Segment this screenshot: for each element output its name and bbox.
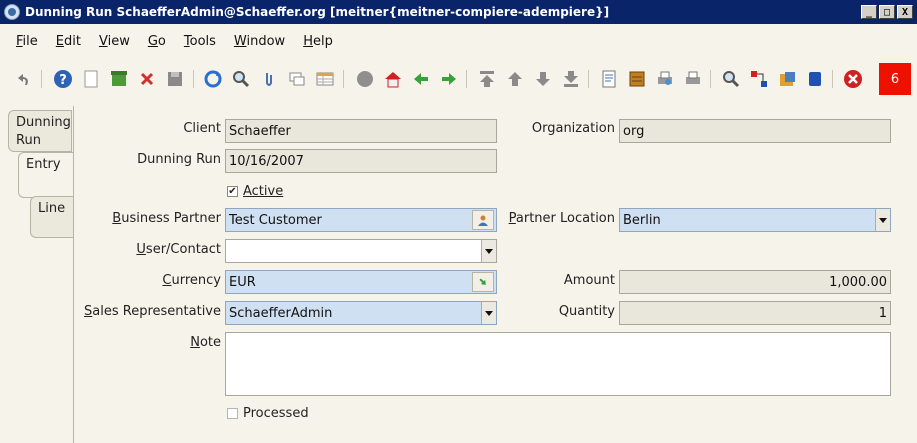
menu-go[interactable]: Go — [148, 34, 166, 49]
chevron-down-icon[interactable] — [481, 302, 496, 324]
detail-record-icon[interactable] — [532, 68, 554, 90]
organization-label: Organization — [531, 121, 615, 136]
dunning-run-field[interactable]: 10/16/2007 — [225, 149, 497, 173]
quantity-field[interactable]: 1 — [619, 301, 891, 325]
menu-tools[interactable]: Tools — [184, 34, 216, 49]
user-contact-label: User/Contact — [136, 242, 221, 257]
toolbar-separator — [343, 70, 344, 88]
client-label: Client — [183, 121, 221, 136]
help-icon[interactable]: ? — [52, 68, 74, 90]
client-field[interactable]: Schaeffer — [225, 119, 497, 143]
quantity-label: Quantity — [558, 304, 615, 319]
close-button[interactable]: X — [897, 5, 913, 19]
end-icon[interactable] — [842, 68, 864, 90]
business-partner-value: Test Customer — [229, 213, 322, 228]
print-icon[interactable] — [682, 68, 704, 90]
last-record-icon[interactable] — [560, 68, 582, 90]
request-icon[interactable] — [776, 68, 798, 90]
maximize-button[interactable]: □ — [879, 5, 895, 19]
attachment-icon[interactable] — [258, 68, 280, 90]
tab-label: Dunning — [16, 115, 71, 130]
new-record-icon[interactable] — [80, 68, 102, 90]
toolbar-separator — [588, 70, 589, 88]
parent-record-icon[interactable] — [504, 68, 526, 90]
chevron-down-icon[interactable] — [481, 240, 496, 262]
currency-label: Currency — [162, 273, 221, 288]
chevron-down-icon[interactable] — [875, 209, 890, 231]
home-icon[interactable] — [382, 68, 404, 90]
tab-label: Entry — [26, 157, 61, 172]
next-record-icon[interactable] — [438, 68, 460, 90]
toolbar-separator — [710, 70, 711, 88]
window-title-bar: Dunning Run SchaefferAdmin@Schaeffer.org… — [0, 0, 917, 24]
first-record-icon[interactable] — [476, 68, 498, 90]
currency-lookup-button[interactable] — [472, 272, 494, 292]
previous-record-icon[interactable] — [410, 68, 432, 90]
tab-dunning-run[interactable]: Dunning Run — [8, 110, 72, 152]
menu-help[interactable]: Help — [303, 34, 333, 49]
processed-label: Processed — [243, 406, 309, 421]
sales-rep-label: Sales Representative — [84, 304, 221, 319]
find-icon[interactable] — [230, 68, 252, 90]
toolbar-separator — [41, 70, 42, 88]
currency-value: EUR — [229, 275, 256, 290]
copy-record-icon[interactable] — [108, 68, 130, 90]
zoom-across-icon[interactable] — [720, 68, 742, 90]
amount-label: Amount — [563, 273, 615, 288]
app-icon — [4, 4, 20, 20]
minimize-button[interactable]: _ — [861, 5, 877, 19]
notification-count-badge[interactable]: 6 — [879, 63, 911, 95]
history-icon[interactable] — [354, 68, 376, 90]
processed-checkbox[interactable] — [227, 408, 238, 419]
sales-rep-select[interactable]: SchaefferAdmin — [225, 301, 497, 325]
business-partner-label: Business Partner — [112, 211, 221, 226]
tab-line[interactable]: Line — [30, 196, 74, 238]
dunning-run-label: Dunning Run — [137, 152, 221, 167]
report-icon[interactable] — [598, 68, 620, 90]
delete-icon[interactable] — [136, 68, 158, 90]
tab-label: Line — [38, 201, 66, 216]
print-preview-icon[interactable] — [654, 68, 676, 90]
menu-edit[interactable]: Edit — [56, 34, 81, 49]
note-textarea[interactable] — [225, 332, 891, 396]
toolbar-separator — [193, 70, 194, 88]
refresh-arrow-icon — [479, 278, 486, 285]
grid-toggle-icon[interactable] — [314, 68, 336, 90]
chat-icon[interactable] — [286, 68, 308, 90]
svg-text:?: ? — [59, 73, 67, 88]
business-partner-field[interactable]: Test Customer — [225, 208, 497, 232]
save-icon[interactable] — [164, 68, 186, 90]
menu-view[interactable]: View — [99, 34, 130, 49]
partner-location-value: Berlin — [623, 213, 661, 228]
active-checkbox[interactable]: ✔ — [227, 186, 238, 197]
refresh-icon[interactable] — [202, 68, 224, 90]
tab-entry[interactable]: Entry — [18, 152, 74, 198]
toolbar: ? — [0, 62, 917, 96]
menu-file[interactable]: File — [16, 34, 38, 49]
bpartner-lookup-button[interactable] — [472, 210, 494, 230]
note-label: Note — [190, 335, 221, 350]
tab-label: Run — [16, 133, 41, 148]
toolbar-separator — [466, 70, 467, 88]
sales-rep-value: SchaefferAdmin — [229, 306, 333, 321]
partner-location-select[interactable]: Berlin — [619, 208, 891, 232]
workflow-icon[interactable] — [748, 68, 770, 90]
toolbar-separator — [832, 70, 833, 88]
person-icon — [478, 215, 488, 226]
partner-location-label: Partner Location — [508, 211, 615, 226]
user-contact-select[interactable] — [225, 239, 497, 263]
window-title: Dunning Run SchaefferAdmin@Schaeffer.org… — [25, 5, 610, 19]
active-label: Active — [243, 184, 284, 199]
undo-icon[interactable] — [13, 68, 35, 90]
archive-icon[interactable] — [626, 68, 648, 90]
menu-window[interactable]: Window — [234, 34, 285, 49]
currency-field[interactable]: EUR — [225, 270, 497, 294]
amount-field[interactable]: 1,000.00 — [619, 270, 891, 294]
menu-bar: File Edit View Go Tools Window Help — [0, 28, 917, 54]
product-info-icon[interactable] — [804, 68, 826, 90]
organization-field[interactable]: org — [619, 119, 891, 143]
